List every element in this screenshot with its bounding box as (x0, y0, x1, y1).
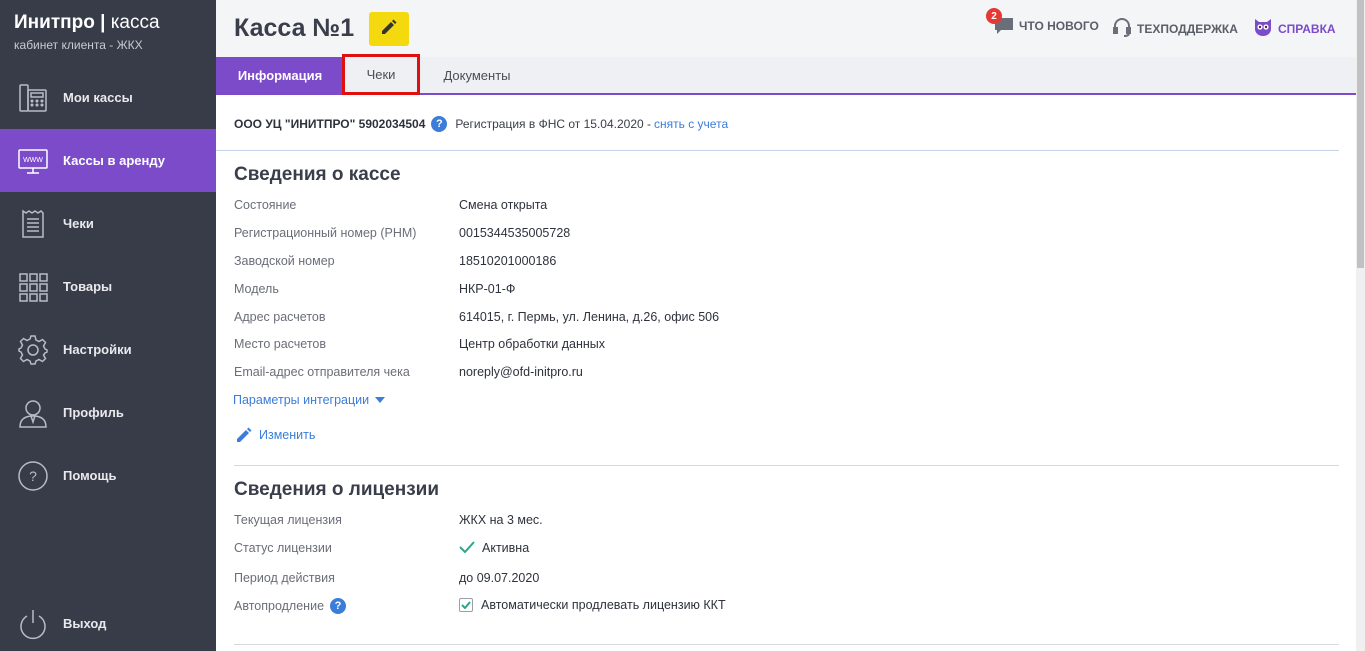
divider (234, 644, 1339, 645)
org-line: ООО УЦ "ИНИТПРО" 5902034504 ? Регистраци… (234, 116, 728, 132)
brand-subtitle: кабинет клиента - ЖКХ (14, 38, 143, 52)
svg-text:WWW: WWW (23, 157, 43, 164)
autorenew-control: Автоматически продлевать лицензию ККТ (459, 598, 726, 612)
org-name: ООО УЦ "ИНИТПРО" 5902034504 (234, 117, 426, 131)
integration-params-label: Параметры интеграции (233, 393, 370, 407)
whats-new-link[interactable]: 2 Что нового (986, 8, 1099, 35)
row-label: Место расчетов (234, 337, 327, 351)
sidebar-item-label: Кассы в аренду (63, 153, 165, 168)
notification-badge: 2 (986, 8, 1002, 24)
sidebar-item-help[interactable]: ? Помощь (0, 444, 216, 507)
row-label: Текущая лицензия (234, 513, 342, 527)
brand-title: Инитпро | касса (14, 12, 160, 34)
integration-params-toggle[interactable]: Параметры интеграции (233, 393, 386, 407)
headset-icon (1112, 17, 1132, 40)
row-label: Адрес расчетов (234, 310, 326, 324)
deregister-link[interactable]: снять с учета (654, 117, 728, 131)
row-value: 18510201000186 (459, 254, 557, 268)
brand-title-thin: касса (110, 12, 160, 33)
row-value: 0015344535005728 (459, 226, 571, 240)
row-value: ЖКХ на 3 мес. (459, 513, 543, 527)
row-label: Состояние (234, 198, 297, 212)
kassa-info-title: Сведения о кассе (234, 164, 401, 185)
sidebar-item-settings[interactable]: Настройки (0, 318, 216, 381)
autorenew-text: Автоматически продлевать лицензию ККТ (481, 598, 726, 612)
license-info-title: Сведения о лицензии (234, 479, 440, 500)
receipt-icon (16, 207, 50, 241)
header: Касса №1 2 Что нового Техподдержка Справ (216, 0, 1356, 57)
autorenew-label: Автопродление (234, 599, 325, 613)
row-label: Email-адрес отправителя чека (234, 365, 410, 379)
main-content: ООО УЦ "ИНИТПРО" 5902034504 ? Регистраци… (216, 97, 1356, 651)
divider (216, 150, 1339, 151)
row-label: Автопродление ? (234, 598, 347, 614)
logout-label: Выход (63, 616, 107, 631)
grid-icon (16, 270, 50, 304)
sidebar-item-label: Настройки (63, 342, 132, 357)
help-label: Справка (1278, 21, 1336, 36)
www-monitor-icon: WWW (16, 144, 50, 178)
row-value: Смена открыта (459, 198, 548, 212)
chat-icon: 2 (986, 8, 1014, 35)
autorenew-checkbox[interactable] (459, 598, 473, 612)
cash-register-icon (16, 81, 50, 115)
question-icon: ? (16, 459, 50, 493)
license-status: Активна (459, 541, 529, 555)
support-label: Техподдержка (1137, 21, 1238, 36)
tab-bar: Информация Чеки Документы (216, 54, 1356, 95)
tab-documents[interactable]: Документы (426, 57, 528, 93)
scrollbar-thumb[interactable] (1357, 0, 1364, 268)
user-icon (16, 396, 50, 430)
pencil-icon (235, 426, 253, 444)
row-value: НКР-01-Ф (459, 282, 516, 296)
sidebar-item-rent-kassas[interactable]: WWW Кассы в аренду (0, 129, 216, 192)
sidebar-item-label: Мои кассы (63, 90, 133, 105)
divider (234, 465, 1339, 466)
help-icon[interactable]: ? (330, 598, 347, 614)
pencil-icon (380, 18, 398, 41)
registration-text: Регистрация в ФНС от 15.04.2020 - (455, 117, 652, 131)
support-link[interactable]: Техподдержка (1112, 17, 1238, 40)
help-link[interactable]: Справка (1253, 17, 1336, 40)
edit-label: Изменить (259, 428, 316, 442)
gear-icon (16, 333, 50, 367)
sidebar-item-label: Чеки (63, 216, 94, 231)
license-status-text: Активна (482, 541, 530, 555)
owl-icon (1253, 17, 1273, 40)
whats-new-label: Что нового (1019, 19, 1099, 33)
row-label: Регистрационный номер (РНМ) (234, 226, 417, 240)
row-value: 614015, г. Пермь, ул. Ленина, д.26, офис… (459, 310, 720, 324)
sidebar-item-label: Профиль (63, 405, 124, 420)
help-icon[interactable]: ? (431, 116, 448, 132)
row-value: Центр обработки данных (459, 337, 606, 351)
brand[interactable]: Инитпро | касса кабинет клиента - ЖКХ (14, 12, 160, 52)
page-title: Касса №1 (234, 14, 355, 42)
row-label: Заводской номер (234, 254, 335, 268)
row-label: Статус лицензии (234, 541, 332, 555)
row-value: noreply@ofd-initpro.ru (459, 365, 583, 379)
tab-info[interactable]: Информация (216, 57, 344, 93)
brand-title-sep: | (94, 12, 111, 33)
sidebar: Инитпро | касса кабинет клиента - ЖКХ Мо… (0, 0, 216, 651)
sidebar-item-goods[interactable]: Товары (0, 255, 216, 318)
row-value: до 09.07.2020 (459, 571, 540, 585)
row-label: Модель (234, 282, 279, 296)
sidebar-item-label: Помощь (63, 468, 117, 483)
caret-down-icon (375, 397, 386, 403)
logout-button[interactable]: Выход (0, 592, 216, 651)
svg-text:?: ? (29, 468, 37, 484)
row-label: Период действия (234, 571, 335, 585)
edit-kassa-link[interactable]: Изменить (235, 426, 315, 444)
check-icon (459, 541, 475, 553)
power-icon (16, 607, 50, 641)
sidebar-item-my-kassas[interactable]: Мои кассы (0, 66, 216, 129)
sidebar-item-label: Товары (63, 279, 113, 294)
sidebar-item-profile[interactable]: Профиль (0, 381, 216, 444)
edit-title-button[interactable] (369, 12, 409, 46)
brand-title-bold: Инитпро (14, 12, 95, 33)
tab-receipts[interactable]: Чеки (342, 54, 420, 95)
sidebar-item-receipts[interactable]: Чеки (0, 192, 216, 255)
